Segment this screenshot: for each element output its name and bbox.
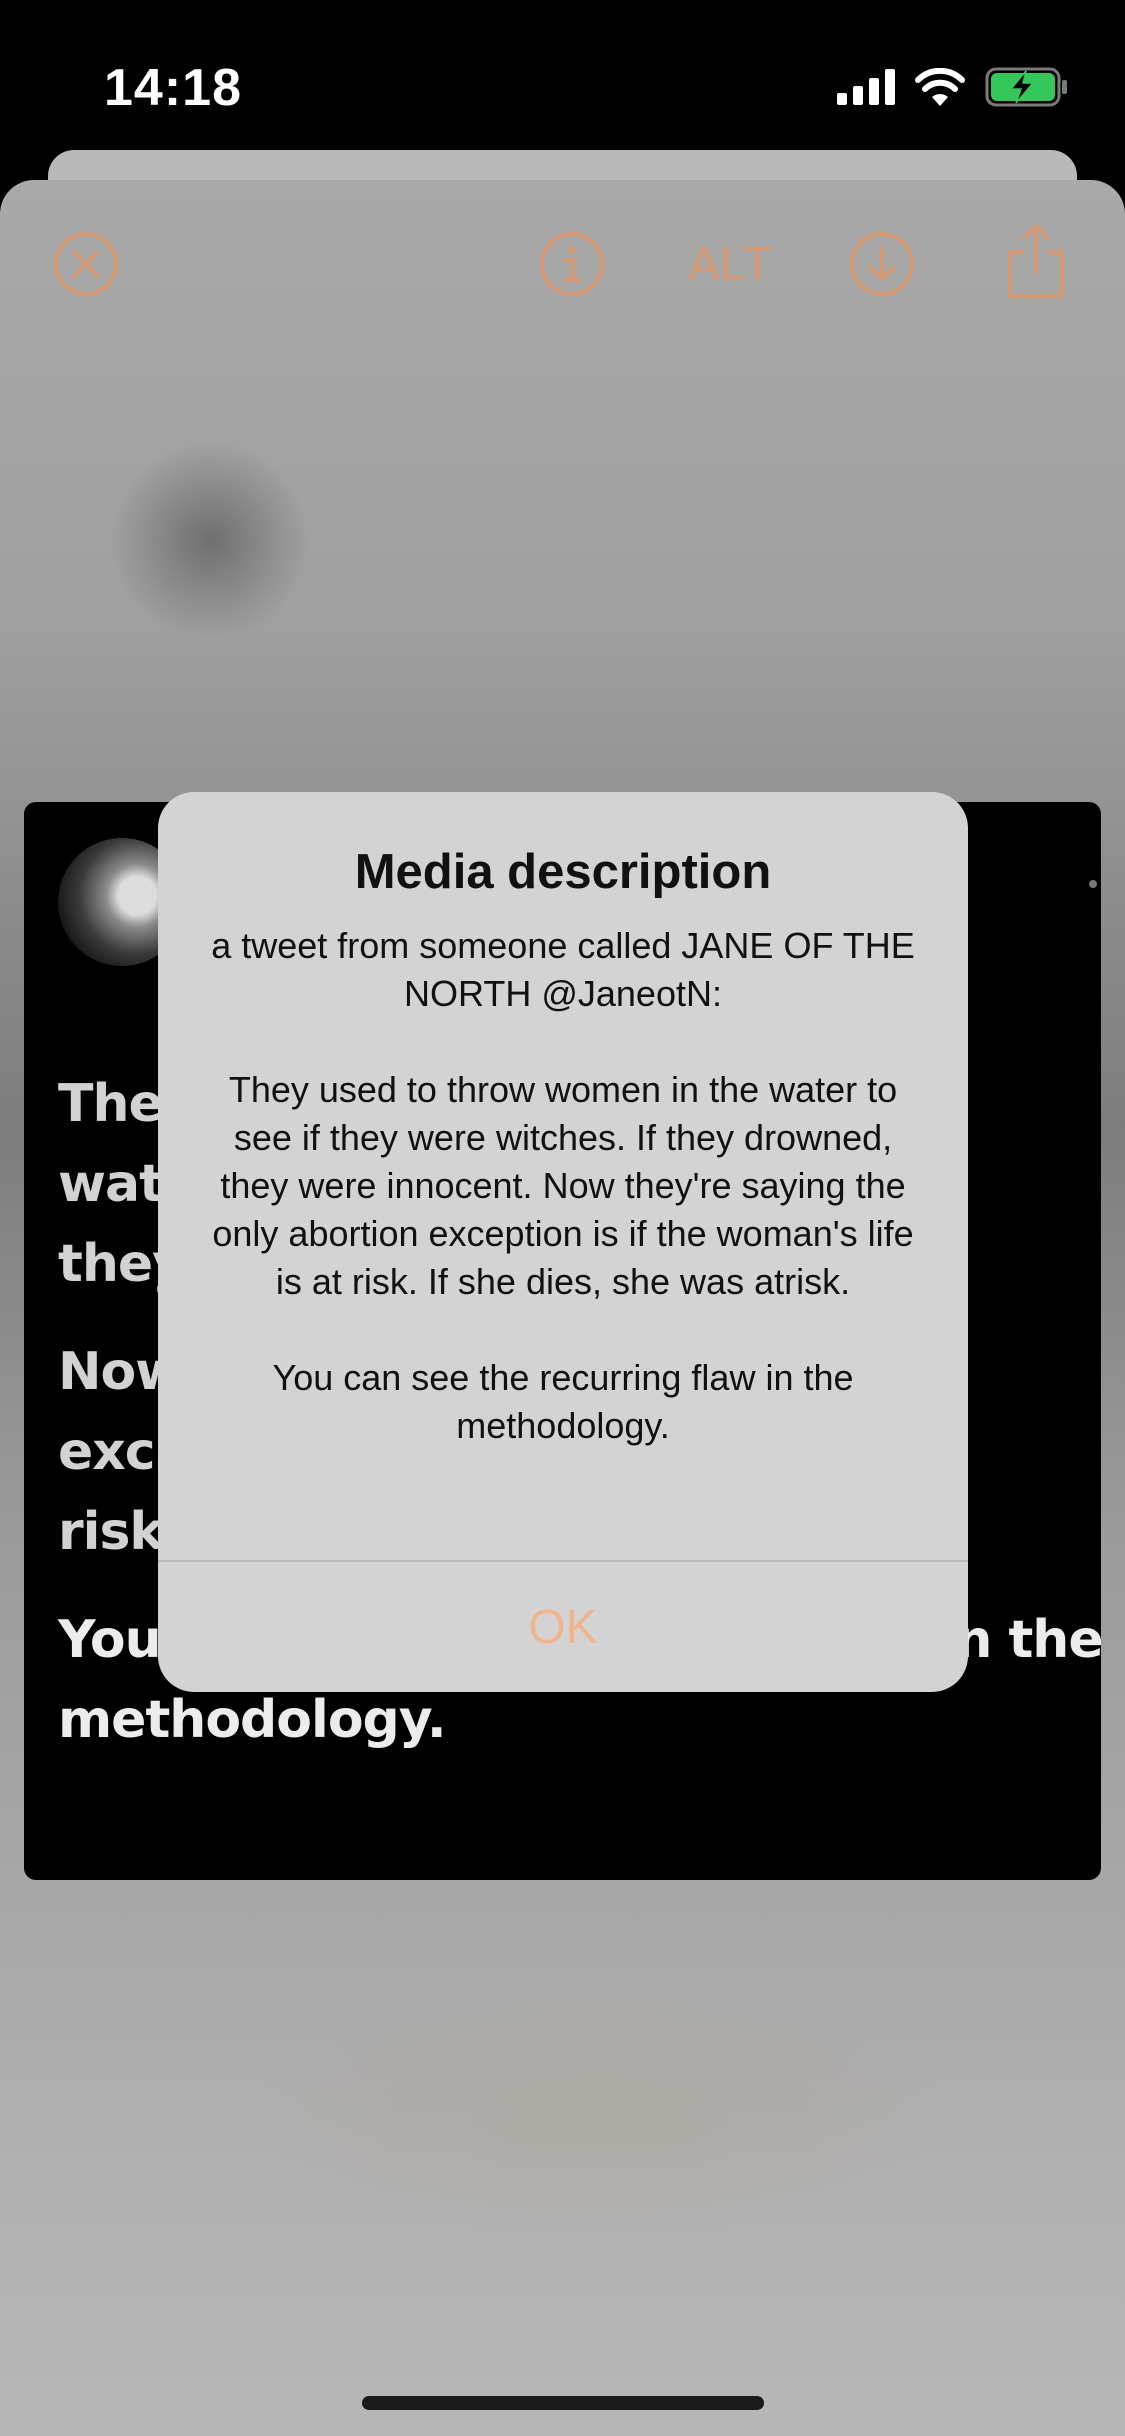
status-icons bbox=[837, 62, 1069, 112]
home-indicator[interactable] bbox=[362, 2396, 764, 2410]
ok-button[interactable]: OK bbox=[158, 1562, 968, 1692]
download-circle-icon bbox=[850, 232, 914, 296]
alert-message: a tweet from someone called JANE OF THE … bbox=[211, 925, 915, 1446]
download-button[interactable] bbox=[846, 228, 918, 300]
cellular-signal-icon bbox=[837, 69, 895, 105]
media-toolbar: ALT bbox=[0, 200, 1125, 330]
alt-text-button[interactable]: ALT bbox=[680, 228, 780, 300]
close-circle-icon bbox=[54, 232, 118, 296]
battery-charging-icon bbox=[985, 67, 1069, 107]
blurred-background bbox=[250, 1980, 950, 2240]
share-button[interactable] bbox=[1000, 222, 1072, 302]
wifi-icon bbox=[915, 68, 965, 106]
media-description-alert: Media description a tweet from someone c… bbox=[158, 792, 968, 1692]
info-button[interactable] bbox=[536, 228, 608, 300]
info-circle-icon bbox=[540, 232, 604, 296]
close-button[interactable] bbox=[50, 228, 122, 300]
blurred-avatar-shadow bbox=[110, 440, 310, 640]
share-icon bbox=[1008, 224, 1064, 298]
more-dot bbox=[1089, 880, 1097, 888]
status-time: 14:18 bbox=[104, 59, 242, 117]
status-bar: 14:18 bbox=[0, 0, 1125, 150]
alert-title: Media description bbox=[354, 845, 772, 899]
